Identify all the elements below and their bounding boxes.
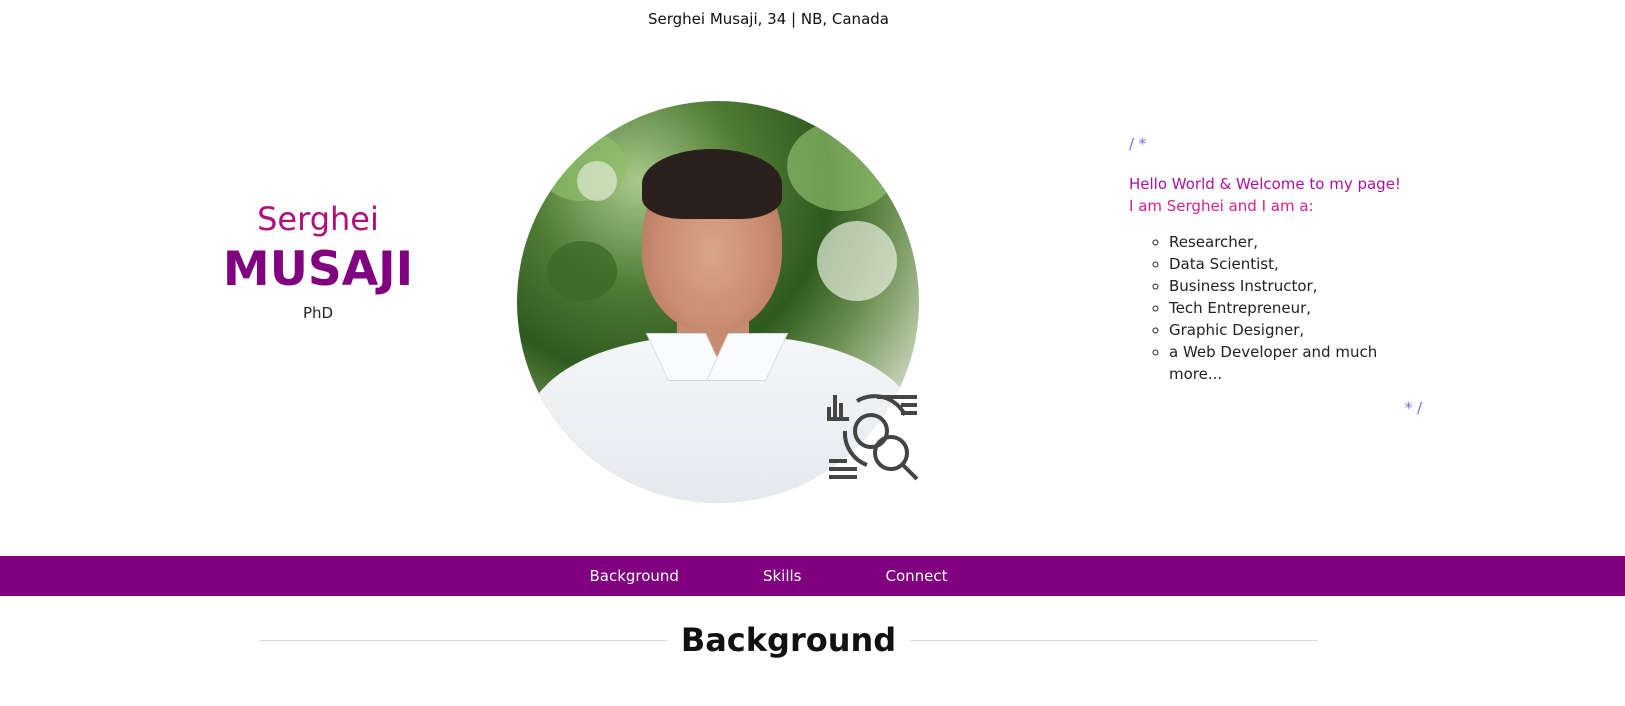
comment-close: * / bbox=[1404, 399, 1422, 417]
role-item: Researcher, bbox=[1169, 231, 1429, 253]
role-item: Graphic Designer, bbox=[1169, 319, 1429, 341]
roles-list: Researcher, Data Scientist, Business Ins… bbox=[1169, 231, 1429, 385]
role-item: a Web Developer and much more... bbox=[1169, 341, 1429, 385]
degree: PhD bbox=[302, 304, 334, 322]
main-navbar: Background Skills Connect bbox=[0, 556, 1625, 596]
section-heading-row: Background bbox=[259, 620, 1318, 660]
comment-open: / * bbox=[1129, 135, 1147, 153]
nav-items: Background Skills Connect bbox=[0, 556, 1537, 596]
last-name: MUSAJI bbox=[222, 242, 414, 297]
section-title: Background bbox=[680, 621, 897, 659]
first-name: Serghei bbox=[257, 200, 379, 238]
nav-link-connect[interactable]: Connect bbox=[886, 567, 948, 585]
intro-comment-block: / * Hello World & Welcome to my page! I … bbox=[1129, 135, 1429, 417]
iam-line: I am Serghei and I am a: bbox=[1129, 197, 1314, 215]
role-item: Business Instructor, bbox=[1169, 275, 1429, 297]
name-block: Serghei MUSAJI PhD bbox=[200, 196, 436, 322]
divider-left bbox=[259, 639, 667, 641]
person-hair bbox=[642, 149, 782, 219]
location-line: Serghei Musaji, 34 | NB, Canada bbox=[648, 10, 889, 28]
hello-line: Hello World & Welcome to my page! bbox=[1129, 175, 1401, 193]
role-item: Tech Entrepreneur, bbox=[1169, 297, 1429, 319]
nav-link-background[interactable]: Background bbox=[589, 567, 679, 585]
data-analytics-icon bbox=[827, 394, 919, 481]
divider-right bbox=[910, 639, 1318, 641]
role-item: Data Scientist, bbox=[1169, 253, 1429, 275]
nav-link-skills[interactable]: Skills bbox=[763, 567, 802, 585]
profile-photo-wrapper bbox=[517, 101, 919, 503]
